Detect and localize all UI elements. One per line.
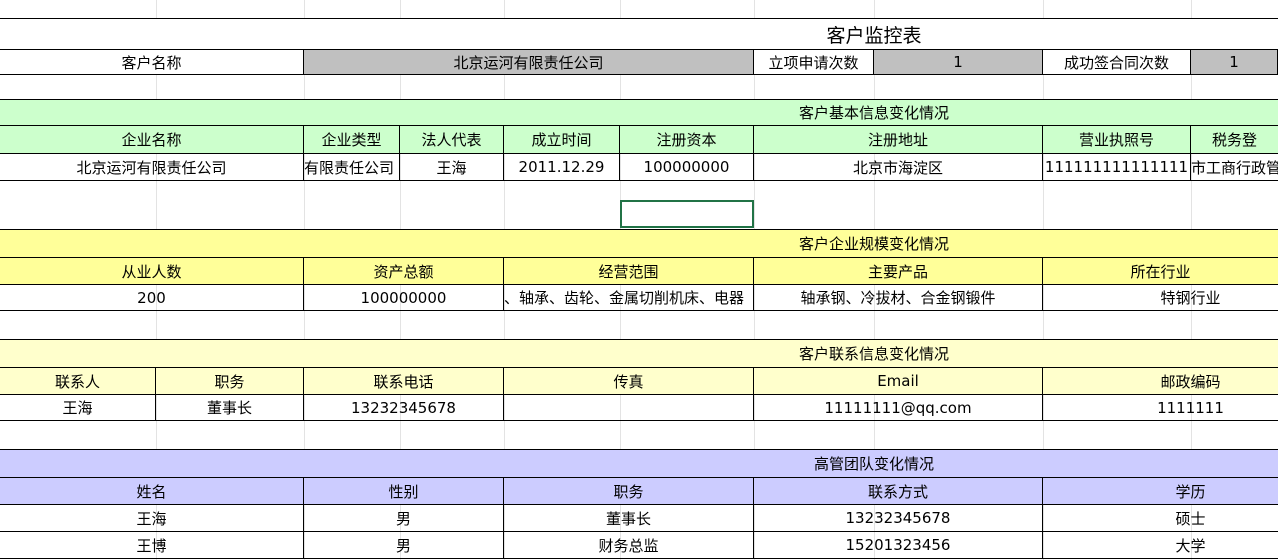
cell-business-scope[interactable]: 、轴承、齿轮、金属切削机床、电器 xyxy=(504,285,754,311)
header-fax[interactable]: 传真 xyxy=(504,368,754,395)
header-company-type[interactable]: 企业类型 xyxy=(304,126,400,154)
contact-header-row: 联系人 职务 联系电话 传真 Email 邮政编码 xyxy=(0,368,1278,395)
cell-phone[interactable]: 13232345678 xyxy=(304,395,504,421)
spreadsheet-grid[interactable]: 客户监控表 客户名称 北京运河有限责任公司 立项申请次数 1 成功签合同次数 1… xyxy=(0,0,1278,560)
header-email[interactable]: Email xyxy=(754,368,1043,395)
team-header-row: 姓名 性别 职务 联系方式 学历 xyxy=(0,478,1278,505)
sign-count-value[interactable]: 1 xyxy=(1191,49,1278,75)
header-reg-address[interactable]: 注册地址 xyxy=(754,126,1043,154)
scale-section-header: 客户企业规模变化情况 xyxy=(0,229,1278,258)
basic-section-title: 客户基本信息变化情况 xyxy=(798,104,949,122)
cell-education[interactable]: 大学 xyxy=(1043,532,1278,559)
cell-contact-info[interactable]: 15201323456 xyxy=(754,532,1043,559)
cell-gender[interactable]: 男 xyxy=(304,505,504,532)
header-reg-capital[interactable]: 注册资本 xyxy=(620,126,754,154)
header-main-products[interactable]: 主要产品 xyxy=(754,258,1043,285)
cell-legal-rep[interactable]: 王海 xyxy=(400,154,504,181)
summary-row: 客户名称 北京运河有限责任公司 立项申请次数 1 成功签合同次数 1 xyxy=(0,49,1278,75)
header-phone[interactable]: 联系电话 xyxy=(304,368,504,395)
header-employees[interactable]: 从业人数 xyxy=(0,258,304,285)
cell-reg-capital[interactable]: 100000000 xyxy=(620,154,754,181)
cell-position[interactable]: 董事长 xyxy=(156,395,304,421)
cell-member-name[interactable]: 王博 xyxy=(0,532,304,559)
cell-main-products[interactable]: 轴承钢、冷拔材、合金钢锻件 xyxy=(754,285,1043,311)
cell-member-position[interactable]: 财务总监 xyxy=(504,532,754,559)
cell-contact-person[interactable]: 王海 xyxy=(0,395,156,421)
cell-email[interactable]: 11111111@qq.com xyxy=(754,395,1043,421)
cell-tax-reg[interactable]: 市工商行政管 xyxy=(1191,154,1278,181)
contact-value-row: 王海 董事长 13232345678 11111111@qq.com 11111… xyxy=(0,395,1278,421)
customer-name-value[interactable]: 北京运河有限责任公司 xyxy=(304,49,754,75)
header-contact-info[interactable]: 联系方式 xyxy=(754,478,1043,505)
cell-reg-address[interactable]: 北京市海淀区 xyxy=(754,154,1043,181)
cell-total-assets[interactable]: 100000000 xyxy=(304,285,504,311)
scale-header-row: 从业人数 资产总额 经营范围 主要产品 所在行业 xyxy=(0,258,1278,285)
basic-header-row: 企业名称 企业类型 法人代表 成立时间 注册资本 注册地址 营业执照号 税务登 xyxy=(0,126,1278,154)
team-section-title: 高管团队变化情况 xyxy=(813,455,934,473)
contact-section-title: 客户联系信息变化情况 xyxy=(798,345,949,363)
cell-gender[interactable]: 男 xyxy=(304,532,504,559)
title-row: 客户监控表 xyxy=(0,18,1278,50)
header-license-no[interactable]: 营业执照号 xyxy=(1043,126,1191,154)
cell-postcode[interactable]: 1111111 xyxy=(1043,395,1278,421)
contact-section-header: 客户联系信息变化情况 xyxy=(0,339,1278,368)
cell-member-name[interactable]: 王海 xyxy=(0,505,304,532)
cell-company-type[interactable]: 有限责任公司 xyxy=(304,154,400,181)
apply-count-label[interactable]: 立项申请次数 xyxy=(754,49,874,75)
selected-cell[interactable] xyxy=(620,200,754,228)
cell-founded[interactable]: 2011.12.29 xyxy=(504,154,620,181)
header-education[interactable]: 学历 xyxy=(1043,478,1278,505)
cell-company-name[interactable]: 北京运河有限责任公司 xyxy=(0,154,304,181)
cell-license-no[interactable]: 111111111111111 xyxy=(1043,154,1191,181)
header-business-scope[interactable]: 经营范围 xyxy=(504,258,754,285)
cell-contact-info[interactable]: 13232345678 xyxy=(754,505,1043,532)
team-section-header: 高管团队变化情况 xyxy=(0,449,1278,478)
header-contact-person[interactable]: 联系人 xyxy=(0,368,156,395)
header-legal-rep[interactable]: 法人代表 xyxy=(400,126,504,154)
header-member-name[interactable]: 姓名 xyxy=(0,478,304,505)
header-industry[interactable]: 所在行业 xyxy=(1043,258,1278,285)
cell-member-position[interactable]: 董事长 xyxy=(504,505,754,532)
header-company-name[interactable]: 企业名称 xyxy=(0,126,304,154)
header-position[interactable]: 职务 xyxy=(156,368,304,395)
table-row: 王海 男 董事长 13232345678 硕士 xyxy=(0,505,1278,532)
header-tax-reg[interactable]: 税务登 xyxy=(1191,126,1278,154)
sheet-title: 客户监控表 xyxy=(826,25,922,47)
customer-name-label[interactable]: 客户名称 xyxy=(0,49,304,75)
cell-industry[interactable]: 特钢行业 xyxy=(1043,285,1278,311)
basic-section-header: 客户基本信息变化情况 xyxy=(0,99,1278,126)
header-total-assets[interactable]: 资产总额 xyxy=(304,258,504,285)
cell-employees[interactable]: 200 xyxy=(0,285,304,311)
table-row: 王博 男 财务总监 15201323456 大学 xyxy=(0,532,1278,559)
header-founded[interactable]: 成立时间 xyxy=(504,126,620,154)
cell-education[interactable]: 硕士 xyxy=(1043,505,1278,532)
apply-count-value[interactable]: 1 xyxy=(874,49,1043,75)
header-postcode[interactable]: 邮政编码 xyxy=(1043,368,1278,395)
header-member-position[interactable]: 职务 xyxy=(504,478,754,505)
header-gender[interactable]: 性别 xyxy=(304,478,504,505)
cell-fax[interactable] xyxy=(504,395,754,421)
basic-value-row: 北京运河有限责任公司 有限责任公司 王海 2011.12.29 10000000… xyxy=(0,154,1278,181)
sign-count-label[interactable]: 成功签合同次数 xyxy=(1043,49,1191,75)
scale-value-row: 200 100000000 、轴承、齿轮、金属切削机床、电器 轴承钢、冷拔材、合… xyxy=(0,285,1278,311)
scale-section-title: 客户企业规模变化情况 xyxy=(798,235,949,253)
